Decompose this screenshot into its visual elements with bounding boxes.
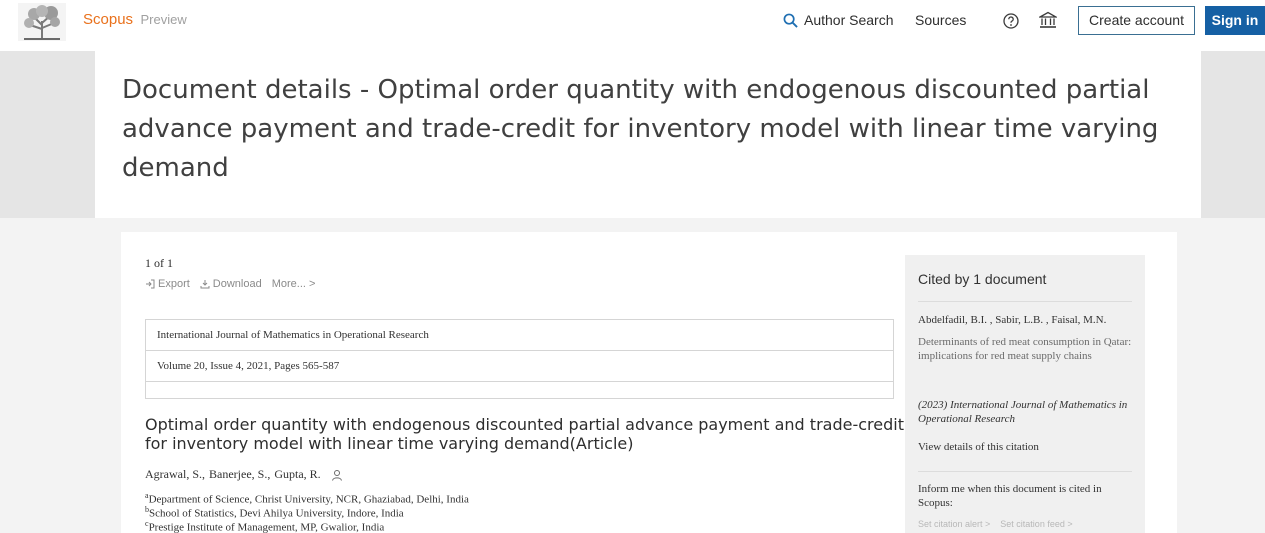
author-link[interactable]: Agrawal, S.,: [145, 467, 205, 482]
title-band: Document details - Optimal order quantit…: [0, 51, 1265, 218]
help-icon[interactable]: [1003, 13, 1019, 29]
source-info-box: International Journal of Mathematics in …: [145, 319, 894, 399]
document-actions: Export Download More... >: [145, 278, 315, 290]
author-link[interactable]: Banerjee, S.,: [209, 467, 270, 482]
journal-name[interactable]: International Journal of Mathematics in …: [146, 320, 893, 351]
person-icon[interactable]: [331, 469, 343, 481]
alert-links: Set citation alert > Set citation feed >: [918, 519, 1073, 529]
more-button[interactable]: More... >: [272, 278, 316, 290]
download-icon: [200, 280, 210, 289]
citation-authors: Abdelfadil, B.I. , Sabir, L.B. , Faisal,…: [918, 314, 1107, 326]
article-title: Optimal order quantity with endogenous d…: [145, 415, 904, 453]
volume-info: Volume 20, Issue 4, 2021, Pages 565-587: [146, 351, 893, 382]
brand[interactable]: Scopus Preview: [83, 11, 187, 29]
sources-link[interactable]: Sources: [915, 12, 966, 28]
scopus-tree-logo-icon[interactable]: [18, 3, 66, 41]
citation-sidebar: Cited by 1 document Abdelfadil, B.I. , S…: [905, 255, 1145, 533]
affiliation: aDepartment of Science, Christ Universit…: [145, 491, 469, 506]
set-citation-alert-link[interactable]: Set citation alert >: [918, 519, 990, 529]
author-search-link[interactable]: Author Search: [783, 12, 894, 28]
download-button[interactable]: Download: [200, 278, 262, 290]
search-icon: [783, 13, 798, 28]
affiliation-text: School of Statistics, Devi Ahilya Univer…: [149, 507, 404, 520]
download-label: Download: [212, 278, 262, 290]
export-icon: [146, 279, 155, 289]
author-link[interactable]: Gupta, R.: [274, 467, 320, 482]
create-account-button[interactable]: Create account: [1078, 6, 1195, 35]
citation-source: (2023) International Journal of Mathemat…: [918, 399, 1128, 425]
divider: [918, 301, 1132, 302]
cited-by-heading: Cited by 1 document: [918, 271, 1047, 287]
author-search-label: Author Search: [804, 12, 894, 28]
citation-title-link[interactable]: Determinants of red meat consumption in …: [918, 335, 1138, 363]
author-list: Agrawal, S., Banerjee, S., Gupta, R.: [145, 467, 343, 482]
affiliation-text: Prestige Institute of Management, MP, Gw…: [148, 521, 385, 533]
brand-name: Scopus: [83, 11, 134, 28]
inform-text: Inform me when this document is cited in…: [918, 483, 1102, 509]
view-citation-details-link[interactable]: View details of this citation: [918, 441, 1039, 453]
affiliation-text: Department of Science, Christ University…: [148, 493, 469, 506]
sign-in-button[interactable]: Sign in: [1205, 6, 1265, 35]
export-button[interactable]: Export: [145, 278, 190, 290]
brand-suffix: Preview: [140, 12, 187, 27]
institution-icon[interactable]: [1039, 11, 1057, 29]
export-label: Export: [158, 278, 190, 290]
top-navigation: Scopus Preview Author Search Sources Cre…: [0, 0, 1265, 44]
title-container: Document details - Optimal order quantit…: [95, 51, 1201, 218]
page-title: Document details - Optimal order quantit…: [122, 75, 1159, 183]
result-pager: 1 of 1: [145, 256, 173, 270]
affiliation: cPrestige Institute of Management, MP, G…: [145, 519, 384, 533]
set-citation-feed-link[interactable]: Set citation feed >: [1000, 519, 1072, 529]
divider: [918, 471, 1132, 472]
affiliation: bSchool of Statistics, Devi Ahilya Unive…: [145, 505, 404, 520]
